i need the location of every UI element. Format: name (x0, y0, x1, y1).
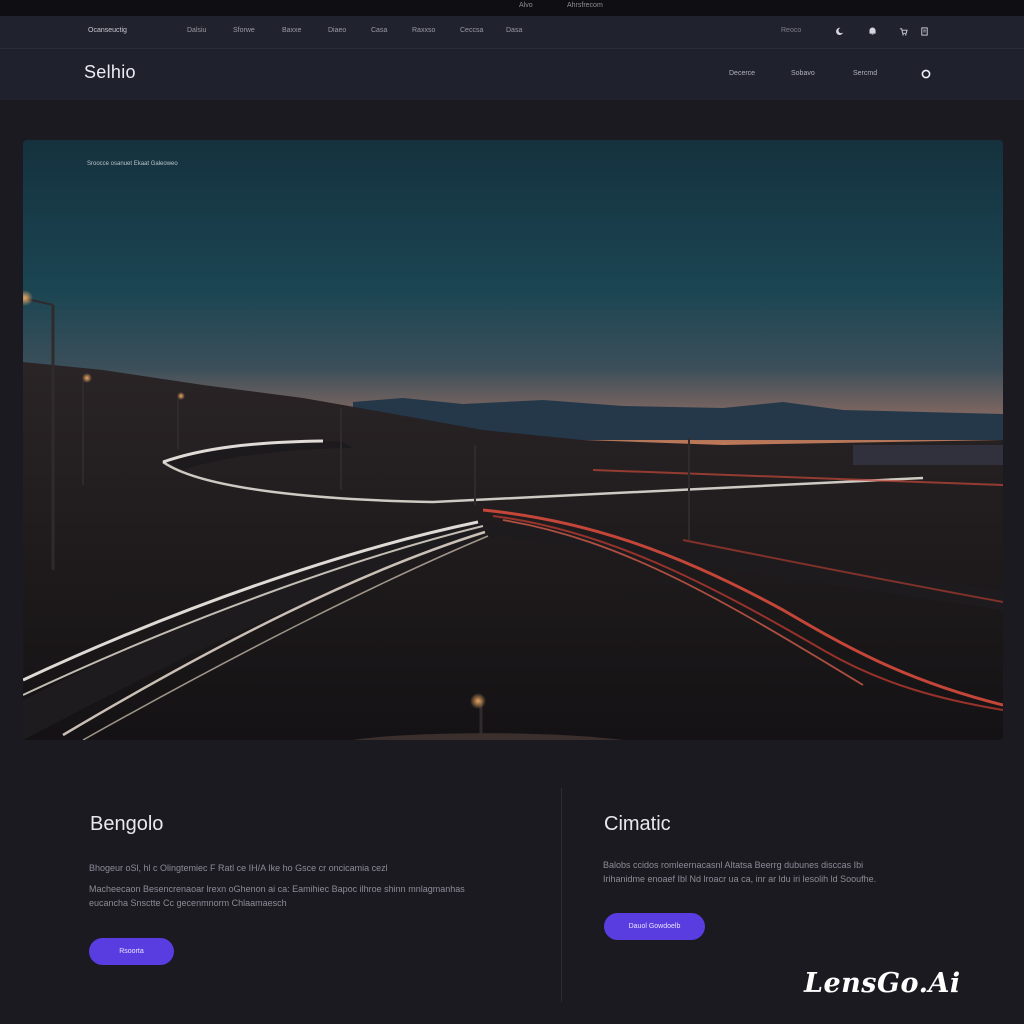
hero-image: Sroocce osanuet Ekaat Galeoweo (23, 140, 1003, 740)
right-column-title: Cimatic (604, 813, 671, 835)
menu-icon[interactable] (918, 25, 930, 37)
text-line: Irihanidme enoaef Ibl Nd lroacr ua ca, i… (603, 874, 877, 884)
hero-caption: Sroocce osanuet Ekaat Galeoweo (87, 161, 178, 167)
left-cta-button[interactable]: Rsoorta (89, 938, 174, 965)
system-bar-label: Alvo (519, 2, 533, 9)
top-nav-link[interactable]: Raxxso (412, 27, 435, 34)
top-nav-link[interactable]: Ceccsa (460, 27, 483, 34)
top-nav-link[interactable]: Dasa (506, 27, 522, 34)
header-nav-link[interactable]: Sercmd (853, 70, 877, 77)
site-logo[interactable]: Selhio (84, 62, 136, 83)
header-nav-link[interactable]: Decerce (729, 70, 755, 77)
right-column-text: Balobs ccidos romleernacasnl Altatsa Bee… (603, 858, 923, 886)
cart-icon[interactable] (897, 25, 909, 37)
bell-icon[interactable] (866, 25, 878, 37)
left-column-title: Bengolo (90, 813, 164, 835)
top-nav-utility-link[interactable]: Reoco (781, 27, 801, 34)
left-column-text: Bhogeur oSl, hl c Olingtemiec F Ratl ce … (89, 858, 529, 914)
top-nav: Ocanseuctig Dalsiu Sforwe Baxxe Diaeo Ca… (0, 16, 1024, 48)
header-nav-link[interactable]: Sobavo (791, 70, 815, 77)
top-nav-link[interactable]: Dalsiu (187, 27, 206, 34)
text-line: Balobs ccidos romleernacasnl Altatsa Bee… (603, 860, 864, 870)
night-highway-illustration (23, 290, 1003, 740)
watermark-logo: LensGo.Ai (804, 968, 961, 999)
top-nav-link[interactable]: Casa (371, 27, 387, 34)
column-divider (561, 788, 562, 1002)
system-bar-account[interactable]: Ahrsfrecom (567, 2, 603, 9)
system-bar: Alvo Ahrsfrecom (0, 0, 1024, 16)
main-header: Selhio Decerce Sobavo Sercmd (0, 48, 1024, 100)
top-nav-link[interactable]: Diaeo (328, 27, 346, 34)
top-nav-brand[interactable]: Ocanseuctig (88, 27, 127, 34)
top-nav-link[interactable]: Sforwe (233, 27, 255, 34)
text-line: Bhogeur oSl, hl c Olingtemiec F Ratl ce … (89, 863, 388, 873)
right-cta-button[interactable]: Dauol Gowdoelb (604, 913, 705, 940)
top-nav-link[interactable]: Baxxe (282, 27, 301, 34)
search-icon[interactable] (919, 67, 933, 81)
moon-icon[interactable] (833, 25, 845, 37)
